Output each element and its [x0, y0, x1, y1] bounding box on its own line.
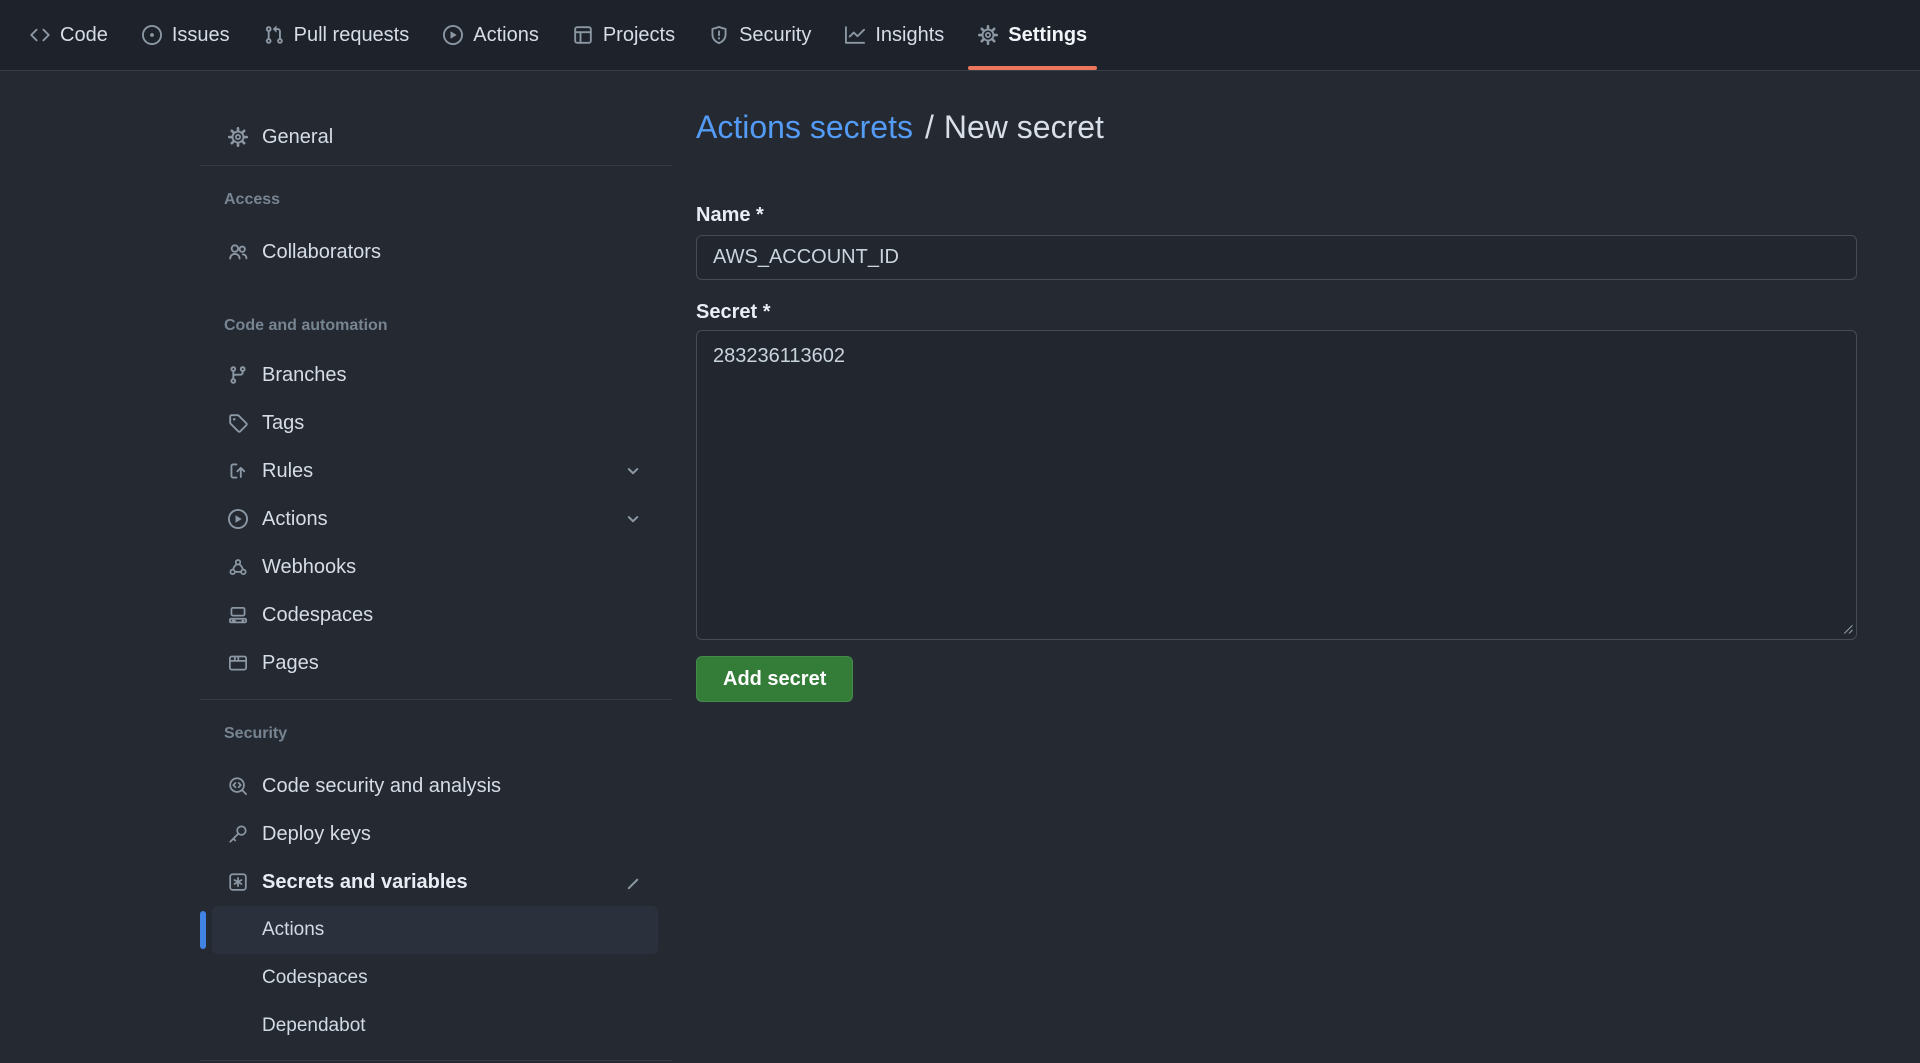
- sidebar-item-collaborators[interactable]: Collaborators: [200, 228, 672, 276]
- code-icon: [30, 25, 50, 45]
- repo-nav: Code Issues Pull requests Actions Projec…: [0, 0, 1920, 71]
- sidebar-item-label: Pages: [262, 652, 319, 675]
- sidebar-item-label: Code security and analysis: [262, 775, 501, 798]
- shield-icon: [709, 25, 729, 45]
- secret-field-label: Secret *: [696, 300, 1857, 324]
- sidebar-item-webhooks[interactable]: Webhooks: [200, 543, 672, 591]
- sidebar-item-label: Rules: [262, 460, 313, 483]
- secret-value-textarea[interactable]: 283236113602: [696, 330, 1857, 640]
- people-icon: [228, 242, 248, 262]
- sidebar-item-label: Codespaces: [262, 604, 373, 627]
- new-secret-panel: Actions secrets / New secret Name * Secret…: [696, 71, 1857, 702]
- settings-sidebar: General Access Collaborators Code and au…: [200, 71, 672, 1061]
- issue-opened-icon: [142, 25, 162, 45]
- sidebar-item-label: Deploy keys: [262, 823, 371, 846]
- sidebar-item-codespaces[interactable]: Codespaces: [200, 591, 672, 639]
- nav-tab-issues[interactable]: Issues: [125, 0, 247, 70]
- sidebar-divider: [200, 699, 672, 700]
- play-circle-icon: [228, 509, 248, 529]
- codespaces-icon: [228, 605, 248, 625]
- secret-name-input[interactable]: [696, 235, 1857, 280]
- sidebar-divider: [200, 1060, 672, 1061]
- nav-tab-insights[interactable]: Insights: [828, 0, 961, 70]
- git-pull-request-icon: [264, 25, 284, 45]
- name-field-label: Name *: [696, 203, 1857, 227]
- sidebar-item-label: Webhooks: [262, 556, 356, 579]
- sidebar-item-tags[interactable]: Tags: [200, 399, 672, 447]
- codescan-icon: [228, 776, 248, 796]
- chevron-up-icon: [624, 873, 642, 891]
- graph-icon: [845, 25, 865, 45]
- nav-tab-label: Issues: [172, 24, 230, 47]
- sidebar-subitem-label: Codespaces: [262, 967, 368, 989]
- active-indicator-bar: [200, 911, 206, 949]
- sidebar-item-label: Tags: [262, 412, 304, 435]
- nav-tab-code[interactable]: Code: [13, 0, 125, 70]
- sidebar-item-pages[interactable]: Pages: [200, 639, 672, 687]
- sidebar-subitem-label: Actions: [262, 919, 324, 941]
- nav-tab-actions[interactable]: Actions: [426, 0, 556, 70]
- git-branch-icon: [228, 365, 248, 385]
- breadcrumb-separator: /: [925, 109, 934, 145]
- nav-tab-label: Security: [739, 24, 811, 47]
- secret-value-wrap: 283236113602: [696, 330, 1857, 640]
- sidebar-subitem-label: Dependabot: [262, 1015, 366, 1037]
- webhook-icon: [228, 557, 248, 577]
- rule-icon: [228, 461, 248, 481]
- nav-tab-label: Code: [60, 24, 108, 47]
- sidebar-section-title-security: Security: [200, 724, 672, 744]
- nav-tab-pull-requests[interactable]: Pull requests: [247, 0, 427, 70]
- sidebar-item-actions[interactable]: Actions: [200, 495, 672, 543]
- resize-handle-icon[interactable]: [1839, 620, 1854, 635]
- nav-tab-settings[interactable]: Settings: [961, 0, 1104, 70]
- key-icon: [228, 824, 248, 844]
- asterisk-box-icon: [228, 872, 248, 892]
- sidebar-item-rules[interactable]: Rules: [200, 447, 672, 495]
- page-title: Actions secrets / New secret: [696, 105, 1857, 149]
- sidebar-item-deploy-keys[interactable]: Deploy keys: [200, 810, 672, 858]
- nav-tab-label: Actions: [473, 24, 539, 47]
- sidebar-item-label: Actions: [262, 508, 328, 531]
- sidebar-subitem-dependabot[interactable]: Dependabot: [212, 1002, 658, 1050]
- browser-icon: [228, 653, 248, 673]
- nav-tab-label: Settings: [1008, 24, 1087, 47]
- breadcrumb-current: New secret: [944, 109, 1104, 145]
- sidebar-item-code-security-and-analysis[interactable]: Code security and analysis: [200, 762, 672, 810]
- nav-tab-label: Pull requests: [294, 24, 410, 47]
- sidebar-subitem-actions[interactable]: Actions: [212, 906, 658, 954]
- sidebar-item-label: Collaborators: [262, 241, 381, 264]
- nav-tab-label: Insights: [875, 24, 944, 47]
- chevron-down-icon: [624, 510, 642, 528]
- add-secret-button[interactable]: Add secret: [696, 656, 853, 702]
- sidebar-item-label: General: [262, 126, 333, 149]
- nav-tab-projects[interactable]: Projects: [556, 0, 692, 70]
- nav-tab-security[interactable]: Security: [692, 0, 828, 70]
- sidebar-divider: [200, 165, 672, 166]
- gear-icon: [228, 127, 248, 147]
- table-icon: [573, 25, 593, 45]
- sidebar-item-branches[interactable]: Branches: [200, 351, 672, 399]
- sidebar-item-general[interactable]: General: [200, 113, 672, 161]
- sidebar-item-label: Branches: [262, 364, 347, 387]
- chevron-down-icon: [624, 462, 642, 480]
- play-circle-icon: [443, 25, 463, 45]
- sidebar-item-label: Secrets and variables: [262, 871, 468, 894]
- sidebar-section-title-code-and-automation: Code and automation: [200, 316, 672, 336]
- tag-icon: [228, 413, 248, 433]
- gear-icon: [978, 25, 998, 45]
- sidebar-section-title-access: Access: [200, 190, 672, 210]
- breadcrumb-actions-secrets-link[interactable]: Actions secrets: [696, 109, 913, 145]
- nav-tab-label: Projects: [603, 24, 675, 47]
- sidebar-item-secrets-and-variables[interactable]: Secrets and variables: [200, 858, 672, 906]
- sidebar-subitem-codespaces[interactable]: Codespaces: [212, 954, 658, 1002]
